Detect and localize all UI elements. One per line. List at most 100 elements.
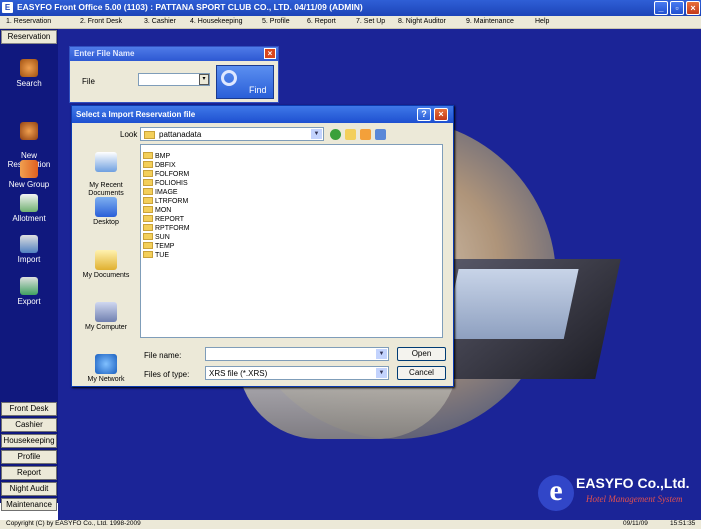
document-icon	[20, 194, 38, 212]
new-folder-icon[interactable]	[360, 129, 371, 140]
list-item[interactable]: IMAGE	[143, 188, 178, 197]
menu-housekeeping[interactable]: 4. Housekeeping	[190, 18, 243, 25]
sidebar-item-new-group[interactable]: New Group	[0, 160, 58, 189]
back-icon[interactable]	[330, 129, 341, 140]
sidebar-item-export[interactable]: Export	[0, 277, 58, 306]
list-item[interactable]: SUN	[143, 233, 170, 242]
window-title: EASYFO Front Office 5.00 (1103) : PATTAN…	[17, 2, 363, 12]
file-list[interactable]: BMP DBFIX FOLFORM FOLIOHIS IMAGE LTRFORM…	[140, 144, 443, 338]
list-item[interactable]: FOLFORM	[143, 170, 189, 179]
list-item[interactable]: LTRFORM	[143, 197, 188, 206]
file-name-label: File name:	[144, 351, 182, 360]
chevron-down-icon[interactable]: ▼	[376, 368, 387, 378]
computer-icon	[95, 302, 117, 322]
list-item[interactable]: FOLIOHIS	[143, 179, 188, 188]
list-item[interactable]: REPORT	[143, 215, 184, 224]
folder-icon	[143, 224, 153, 231]
logo-tagline: Hotel Management System	[586, 494, 683, 504]
folder-icon	[143, 242, 153, 249]
place-my-network[interactable]: My Network	[77, 354, 135, 383]
minimize-button[interactable]: _	[654, 1, 668, 15]
file-label: File	[82, 77, 95, 86]
sidebar-item-allotment[interactable]: Allotment	[0, 194, 58, 223]
sidebar: Reservation Search New Reservation New G…	[0, 29, 58, 511]
menu-cashier[interactable]: 3. Cashier	[144, 18, 176, 25]
folder-icon	[143, 152, 153, 159]
menu-report[interactable]: 6. Report	[307, 18, 336, 25]
laptop-screen	[443, 269, 579, 339]
sidebar-item-import[interactable]: Import	[0, 235, 58, 264]
folder-icon	[143, 197, 153, 204]
menu-profile[interactable]: 5. Profile	[262, 18, 290, 25]
file-browse-button[interactable]: ▾	[199, 74, 209, 85]
menu-reservation[interactable]: 1. Reservation	[6, 18, 51, 25]
person-icon	[20, 122, 38, 140]
menu-front-desk[interactable]: 2. Front Desk	[80, 18, 122, 25]
file-type-label: Files of type:	[144, 370, 190, 379]
places-bar: My Recent Documents Desktop My Documents…	[77, 144, 135, 384]
file-name-input[interactable]: ▼	[205, 347, 389, 361]
desktop-icon	[95, 197, 117, 217]
chevron-down-icon[interactable]: ▼	[376, 349, 387, 359]
person-search-icon	[20, 59, 38, 77]
import-dialog-title: Select a Import Reservation file	[76, 110, 196, 119]
close-button[interactable]: ×	[686, 1, 700, 15]
title-bar: E EASYFO Front Office 5.00 (1103) : PATT…	[0, 0, 701, 16]
chevron-down-icon: ▼	[311, 129, 322, 139]
up-folder-icon[interactable]	[345, 129, 356, 140]
menu-help[interactable]: Help	[535, 18, 549, 25]
sidebar-item-search[interactable]: Search	[0, 59, 58, 88]
place-my-documents[interactable]: My Documents	[77, 250, 135, 279]
sidebar-header[interactable]: Reservation	[1, 30, 57, 44]
place-recent-documents[interactable]: My Recent Documents	[77, 144, 135, 198]
open-button[interactable]: Open	[397, 347, 446, 361]
enter-file-name-dialog: Enter File Name × File ▾ Find	[69, 46, 279, 103]
file-type-dropdown[interactable]: XRS file (*.XRS) ▼	[205, 366, 389, 380]
my-documents-icon	[95, 250, 117, 270]
list-item[interactable]: DBFIX	[143, 161, 176, 170]
folder-icon	[143, 206, 153, 213]
import-icon	[20, 235, 38, 253]
sidebar-button-housekeeping[interactable]: Housekeeping	[1, 434, 57, 448]
enter-file-name-close-button[interactable]: ×	[264, 48, 276, 59]
recent-documents-icon	[95, 152, 117, 172]
menu-maintenance[interactable]: 9. Maintenance	[466, 18, 514, 25]
folder-icon	[143, 179, 153, 186]
list-item[interactable]: MON	[143, 206, 171, 215]
list-item[interactable]: BMP	[143, 152, 170, 161]
look-in-dropdown[interactable]: pattanadata ▼	[140, 127, 324, 141]
logo-e-icon: e	[538, 475, 574, 511]
sidebar-button-maintenance[interactable]: Maintenance	[1, 498, 57, 511]
restore-button[interactable]: ▫	[670, 1, 684, 15]
sidebar-button-cashier[interactable]: Cashier	[1, 418, 57, 432]
help-button[interactable]: ?	[417, 108, 431, 121]
sidebar-button-night-audit[interactable]: Night Audit	[1, 482, 57, 496]
list-item[interactable]: TUE	[143, 251, 169, 260]
sidebar-button-report[interactable]: Report	[1, 466, 57, 480]
folder-icon	[143, 188, 153, 195]
folder-icon	[143, 161, 153, 168]
folder-icon	[143, 233, 153, 240]
copyright-text: Copyright (C) by EASYFO Co., Ltd. 1998-2…	[6, 520, 141, 527]
place-my-computer[interactable]: My Computer	[77, 302, 135, 331]
import-file-dialog: Select a Import Reservation file ? × Loo…	[71, 105, 454, 387]
sidebar-button-front-desk[interactable]: Front Desk	[1, 402, 57, 416]
list-item[interactable]: RPTFORM	[143, 224, 190, 233]
group-icon	[20, 160, 38, 178]
enter-file-name-title-bar: Enter File Name ×	[70, 47, 278, 61]
menu-night-auditor[interactable]: 8. Night Auditor	[398, 18, 446, 25]
list-item[interactable]: TEMP	[143, 242, 174, 251]
place-desktop[interactable]: Desktop	[77, 197, 135, 226]
menu-bar: 1. Reservation 2. Front Desk 3. Cashier …	[0, 16, 701, 29]
enter-file-name-title: Enter File Name	[74, 49, 135, 58]
export-icon	[20, 277, 38, 295]
view-menu-icon[interactable]	[375, 129, 386, 140]
menu-setup[interactable]: 7. Set Up	[356, 18, 385, 25]
sidebar-button-profile[interactable]: Profile	[1, 450, 57, 464]
find-button[interactable]: Find	[216, 65, 274, 99]
folder-icon	[143, 251, 153, 258]
cancel-button[interactable]: Cancel	[397, 366, 446, 380]
import-dialog-close-button[interactable]: ×	[434, 108, 448, 121]
import-dialog-title-bar: Select a Import Reservation file ? ×	[72, 106, 453, 123]
magnifier-icon	[221, 70, 237, 86]
